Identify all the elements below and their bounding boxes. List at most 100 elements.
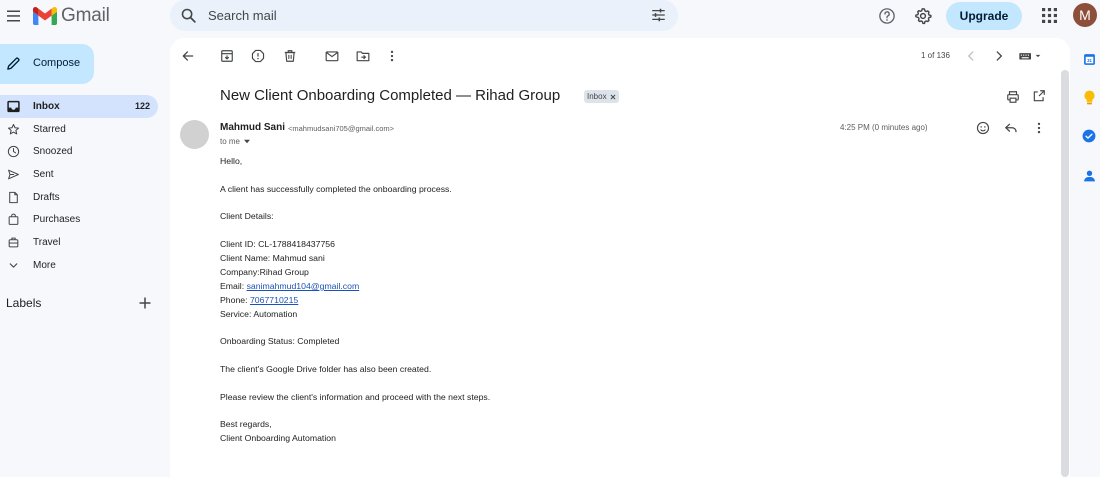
sidebar-item-inbox[interactable]: Inbox 122 [0, 95, 158, 118]
report-spam-icon[interactable] [251, 49, 265, 63]
google-apps-icon[interactable] [1042, 8, 1057, 23]
sidebar-item-label: More [33, 259, 56, 271]
body-drive-note: The client's Google Drive folder has als… [220, 364, 432, 374]
sidebar-item-drafts[interactable]: Drafts [0, 186, 158, 209]
calendar-icon: 31 [1083, 53, 1095, 65]
older-chevron-icon[interactable] [992, 49, 1006, 63]
sidebar-nav: Inbox 122 Starred Snoozed Sent Drafts Pu… [0, 95, 158, 277]
reply-icon[interactable] [1004, 121, 1018, 135]
sidebar-item-label: Travel [33, 237, 61, 249]
keep-bulb-icon [1084, 90, 1094, 104]
caret-down-icon [244, 139, 251, 144]
calendar-app-button[interactable]: 31 [1080, 50, 1098, 68]
message-view: 1 of 136 New Client Onboarding Completed… [170, 38, 1070, 477]
gmail-m-icon [33, 7, 57, 25]
sender-avatar[interactable] [180, 120, 209, 149]
scrollbar[interactable] [1061, 70, 1069, 477]
labels-heading: Labels [6, 296, 42, 310]
newer-chevron-icon[interactable] [964, 49, 978, 63]
tasks-icon [1082, 129, 1096, 143]
recipients-toggle[interactable]: to me [220, 137, 251, 146]
compose-button[interactable]: Compose [0, 44, 94, 84]
sidebar-item-label: Inbox [33, 101, 60, 112]
message-more-icon[interactable] [1032, 121, 1046, 135]
label-chip-text: Inbox [587, 92, 607, 101]
body-company: Company:Rihad Group [220, 267, 309, 277]
more-vert-icon[interactable] [385, 49, 399, 63]
gear-icon[interactable] [914, 7, 932, 25]
sidebar-item-label: Purchases [33, 214, 81, 226]
sidebar-item-starred[interactable]: Starred [0, 118, 158, 141]
tasks-app-button[interactable] [1080, 127, 1098, 145]
search-bar[interactable] [170, 0, 678, 31]
body-phone-line: Phone: 7067710215 [220, 295, 298, 305]
send-icon [8, 169, 19, 180]
email-label: Email: [220, 281, 247, 291]
remove-label-icon[interactable] [610, 94, 616, 100]
upgrade-button[interactable]: Upgrade [946, 2, 1022, 30]
back-arrow-icon[interactable] [181, 49, 195, 63]
email-timestamp: 4:25 PM (0 minutes ago) [840, 123, 928, 132]
search-options-icon[interactable] [651, 8, 666, 22]
contacts-app-button[interactable] [1080, 167, 1098, 185]
phone-label: Phone: [220, 295, 250, 305]
sidebar-item-label: Starred [33, 123, 66, 135]
body-client-name: Client Name: Mahmud sani [220, 253, 325, 263]
mark-unread-icon[interactable] [325, 49, 339, 63]
delete-icon[interactable] [283, 49, 297, 63]
sidebar-item-snoozed[interactable]: Snoozed [0, 140, 158, 163]
unread-count: 122 [134, 101, 150, 111]
help-icon[interactable] [878, 7, 896, 25]
body-client-id: Client ID: CL-1788418437756 [220, 239, 335, 249]
sidebar-item-label: Drafts [33, 191, 60, 203]
hamburger-icon [7, 10, 20, 22]
sidebar-item-travel[interactable]: Travel [0, 231, 158, 254]
archive-icon[interactable] [220, 49, 234, 63]
body-sign-off: Best regards, [220, 419, 272, 429]
move-to-icon[interactable] [356, 49, 370, 63]
body-details-title: Client Details: [220, 211, 274, 221]
body-intro: A client has successfully completed the … [220, 184, 452, 194]
body-status: Onboarding Status: Completed [220, 336, 340, 346]
search-icon[interactable] [180, 7, 197, 24]
sidebar-item-purchases[interactable]: Purchases [0, 208, 158, 231]
pager-count: 1 of 136 [921, 51, 950, 60]
sidebar-item-label: Snoozed [33, 146, 73, 158]
body-greeting: Hello, [220, 156, 243, 166]
pencil-icon [7, 57, 20, 70]
body-signature: Client Onboarding Automation [220, 433, 336, 443]
emoji-reaction-icon[interactable] [976, 121, 990, 135]
compose-label: Compose [33, 57, 81, 69]
purchases-icon [8, 214, 19, 226]
body-service: Service: Automation [220, 309, 298, 319]
client-phone-link[interactable]: 7067710215 [250, 295, 298, 305]
sidebar-item-sent[interactable]: Sent [0, 163, 158, 186]
svg-text:31: 31 [1087, 58, 1092, 63]
inbox-label-chip[interactable]: Inbox [584, 90, 619, 103]
sidebar-item-more[interactable]: More [0, 254, 158, 277]
client-email-link[interactable]: sanimahmud104@gmail.com [247, 281, 360, 291]
print-icon[interactable] [1006, 90, 1020, 104]
email-subject: New Client Onboarding Completed — Rihad … [220, 87, 561, 104]
main-menu-button[interactable] [4, 4, 24, 28]
clock-icon [7, 146, 20, 158]
body-review-note: Please review the client's information a… [220, 392, 491, 402]
travel-icon [8, 237, 19, 248]
chevron-down-icon [9, 263, 18, 268]
account-avatar[interactable]: M [1073, 3, 1097, 27]
sender-name[interactable]: Mahmud Sani [220, 122, 285, 133]
star-icon [7, 123, 20, 135]
input-tools-icon[interactable] [1018, 49, 1044, 63]
app-name: Gmail [61, 5, 110, 26]
search-input[interactable] [208, 6, 628, 24]
inbox-icon [7, 100, 20, 113]
open-new-window-icon[interactable] [1032, 89, 1046, 103]
gmail-logo[interactable]: Gmail [33, 4, 110, 28]
body-email-line: Email: sanimahmud104@gmail.com [220, 281, 359, 291]
sidebar-item-label: Sent [33, 169, 54, 181]
recipients-label: to me [220, 137, 241, 146]
create-label-icon[interactable] [139, 297, 151, 309]
draft-icon [9, 191, 18, 203]
sender-email: <mahmudsani705@gmail.com> [288, 124, 394, 133]
keep-app-button[interactable] [1080, 88, 1098, 106]
